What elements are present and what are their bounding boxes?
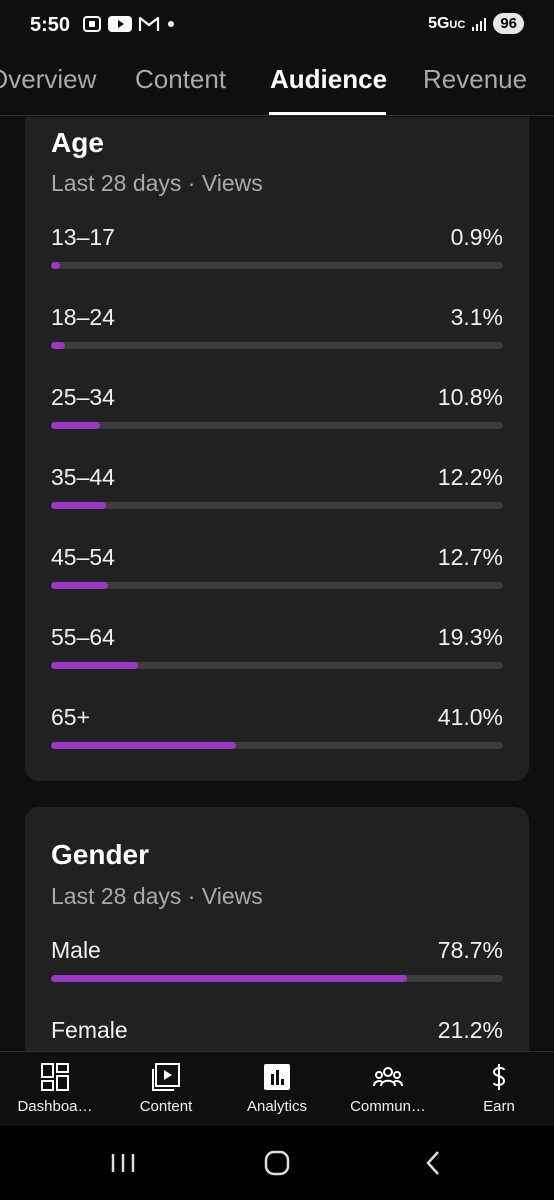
active-tab-indicator bbox=[269, 112, 386, 115]
age-row: 25–34 10.8% bbox=[51, 384, 503, 444]
age-row-value: 12.2% bbox=[437, 464, 503, 490]
status-right: 5GUC 96 bbox=[428, 13, 524, 34]
age-row-value: 3.1% bbox=[450, 304, 503, 330]
analytics-icon bbox=[264, 1064, 290, 1090]
network-type: 5G bbox=[428, 14, 450, 32]
age-row: 18–24 3.1% bbox=[51, 304, 503, 364]
tab-audience[interactable]: Audience bbox=[270, 64, 387, 95]
tab-overview[interactable]: Overview bbox=[0, 64, 96, 95]
age-bar-track bbox=[51, 262, 503, 269]
age-bar-fill bbox=[51, 742, 237, 749]
age-row-label: 45–54 bbox=[51, 544, 115, 570]
network-suffix: UC bbox=[449, 18, 466, 31]
age-row-label: 65+ bbox=[51, 704, 91, 730]
battery-badge: 96 bbox=[493, 13, 524, 34]
nav-content[interactable]: Content bbox=[111, 1052, 221, 1127]
age-row-value: 41.0% bbox=[437, 704, 503, 730]
gender-card-title: Gender bbox=[51, 839, 150, 870]
age-row-value: 10.8% bbox=[437, 384, 503, 410]
nav-content-label: Content bbox=[139, 1098, 193, 1115]
age-card: Age Last 28 days · Views 13–17 0.9% 18–2… bbox=[25, 117, 529, 781]
age-row: 55–64 19.3% bbox=[51, 624, 503, 684]
screenshot-icon bbox=[83, 16, 101, 32]
signal-icon bbox=[472, 17, 487, 31]
back-icon[interactable] bbox=[414, 1146, 454, 1180]
status-bar: 5:50 5GUC 96 bbox=[0, 0, 554, 50]
age-bar-fill bbox=[51, 582, 109, 589]
nav-community[interactable]: Commun… bbox=[333, 1052, 443, 1127]
home-icon[interactable] bbox=[257, 1146, 297, 1180]
nav-dashboard-label: Dashboa… bbox=[17, 1098, 93, 1115]
gender-row-label: Female bbox=[51, 1017, 128, 1043]
gender-bar-track bbox=[51, 975, 503, 982]
age-card-title: Age bbox=[51, 127, 104, 158]
analytics-tabs: Overview Content Audience Revenue bbox=[0, 50, 554, 116]
age-bar-track bbox=[51, 342, 503, 349]
youtube-icon bbox=[108, 16, 132, 32]
status-time: 5:50 bbox=[30, 14, 71, 36]
nav-earn[interactable]: Earn bbox=[444, 1052, 554, 1127]
age-row-value: 19.3% bbox=[437, 624, 503, 650]
gender-card: Gender Last 28 days · Views Male 78.7% F… bbox=[25, 807, 529, 1051]
age-bar-fill bbox=[51, 662, 139, 669]
notification-icons bbox=[82, 15, 176, 33]
recent-apps-icon[interactable] bbox=[103, 1146, 143, 1180]
age-bar-track bbox=[51, 742, 503, 749]
age-bar-fill bbox=[51, 262, 60, 269]
age-row-label: 55–64 bbox=[51, 624, 115, 650]
gender-row: Male 78.7% bbox=[51, 937, 503, 997]
earn-icon bbox=[492, 1064, 506, 1090]
age-row-label: 35–44 bbox=[51, 464, 115, 490]
bottom-navigation: Dashboa… Content Analytics Commun… Earn bbox=[0, 1051, 554, 1126]
more-notifications-dot-icon bbox=[168, 21, 174, 27]
nav-analytics[interactable]: Analytics bbox=[222, 1052, 332, 1127]
age-row-label: 18–24 bbox=[51, 304, 115, 330]
gender-card-subtitle: Last 28 days · Views bbox=[51, 883, 263, 909]
gender-row: Female 21.2% bbox=[51, 1017, 503, 1051]
tab-content[interactable]: Content bbox=[135, 64, 226, 95]
age-row-label: 13–17 bbox=[51, 224, 115, 250]
age-bar-fill bbox=[51, 502, 107, 509]
nav-dashboard[interactable]: Dashboa… bbox=[0, 1052, 110, 1127]
tab-revenue[interactable]: Revenue bbox=[423, 64, 527, 95]
age-row: 13–17 0.9% bbox=[51, 224, 503, 284]
nav-analytics-label: Analytics bbox=[246, 1098, 308, 1115]
age-row: 35–44 12.2% bbox=[51, 464, 503, 524]
age-bar-track bbox=[51, 502, 503, 509]
community-icon bbox=[373, 1067, 403, 1087]
age-bar-fill bbox=[51, 422, 100, 429]
age-row: 45–54 12.7% bbox=[51, 544, 503, 604]
network-indicator: 5GUC bbox=[428, 15, 465, 33]
age-card-subtitle: Last 28 days · Views bbox=[51, 170, 263, 196]
age-row-value: 0.9% bbox=[450, 224, 503, 250]
gender-row-label: Male bbox=[51, 937, 101, 963]
age-bar-track bbox=[51, 582, 503, 589]
age-row-value: 12.7% bbox=[437, 544, 503, 570]
nav-community-label: Commun… bbox=[350, 1098, 426, 1115]
dashboard-icon bbox=[41, 1063, 69, 1091]
content-icon bbox=[152, 1063, 180, 1091]
gender-row-value: 78.7% bbox=[437, 937, 503, 963]
age-bar-fill bbox=[51, 342, 65, 349]
age-bar-track bbox=[51, 662, 503, 669]
audience-content[interactable]: Age Last 28 days · Views 13–17 0.9% 18–2… bbox=[0, 117, 554, 1051]
system-navigation-bar bbox=[0, 1126, 554, 1200]
gender-row-value: 21.2% bbox=[437, 1017, 503, 1043]
nav-earn-label: Earn bbox=[483, 1098, 515, 1115]
age-row: 65+ 41.0% bbox=[51, 704, 503, 764]
age-bar-track bbox=[51, 422, 503, 429]
gmail-icon bbox=[138, 16, 160, 31]
gender-bar-fill bbox=[51, 975, 407, 982]
age-row-label: 25–34 bbox=[51, 384, 115, 410]
